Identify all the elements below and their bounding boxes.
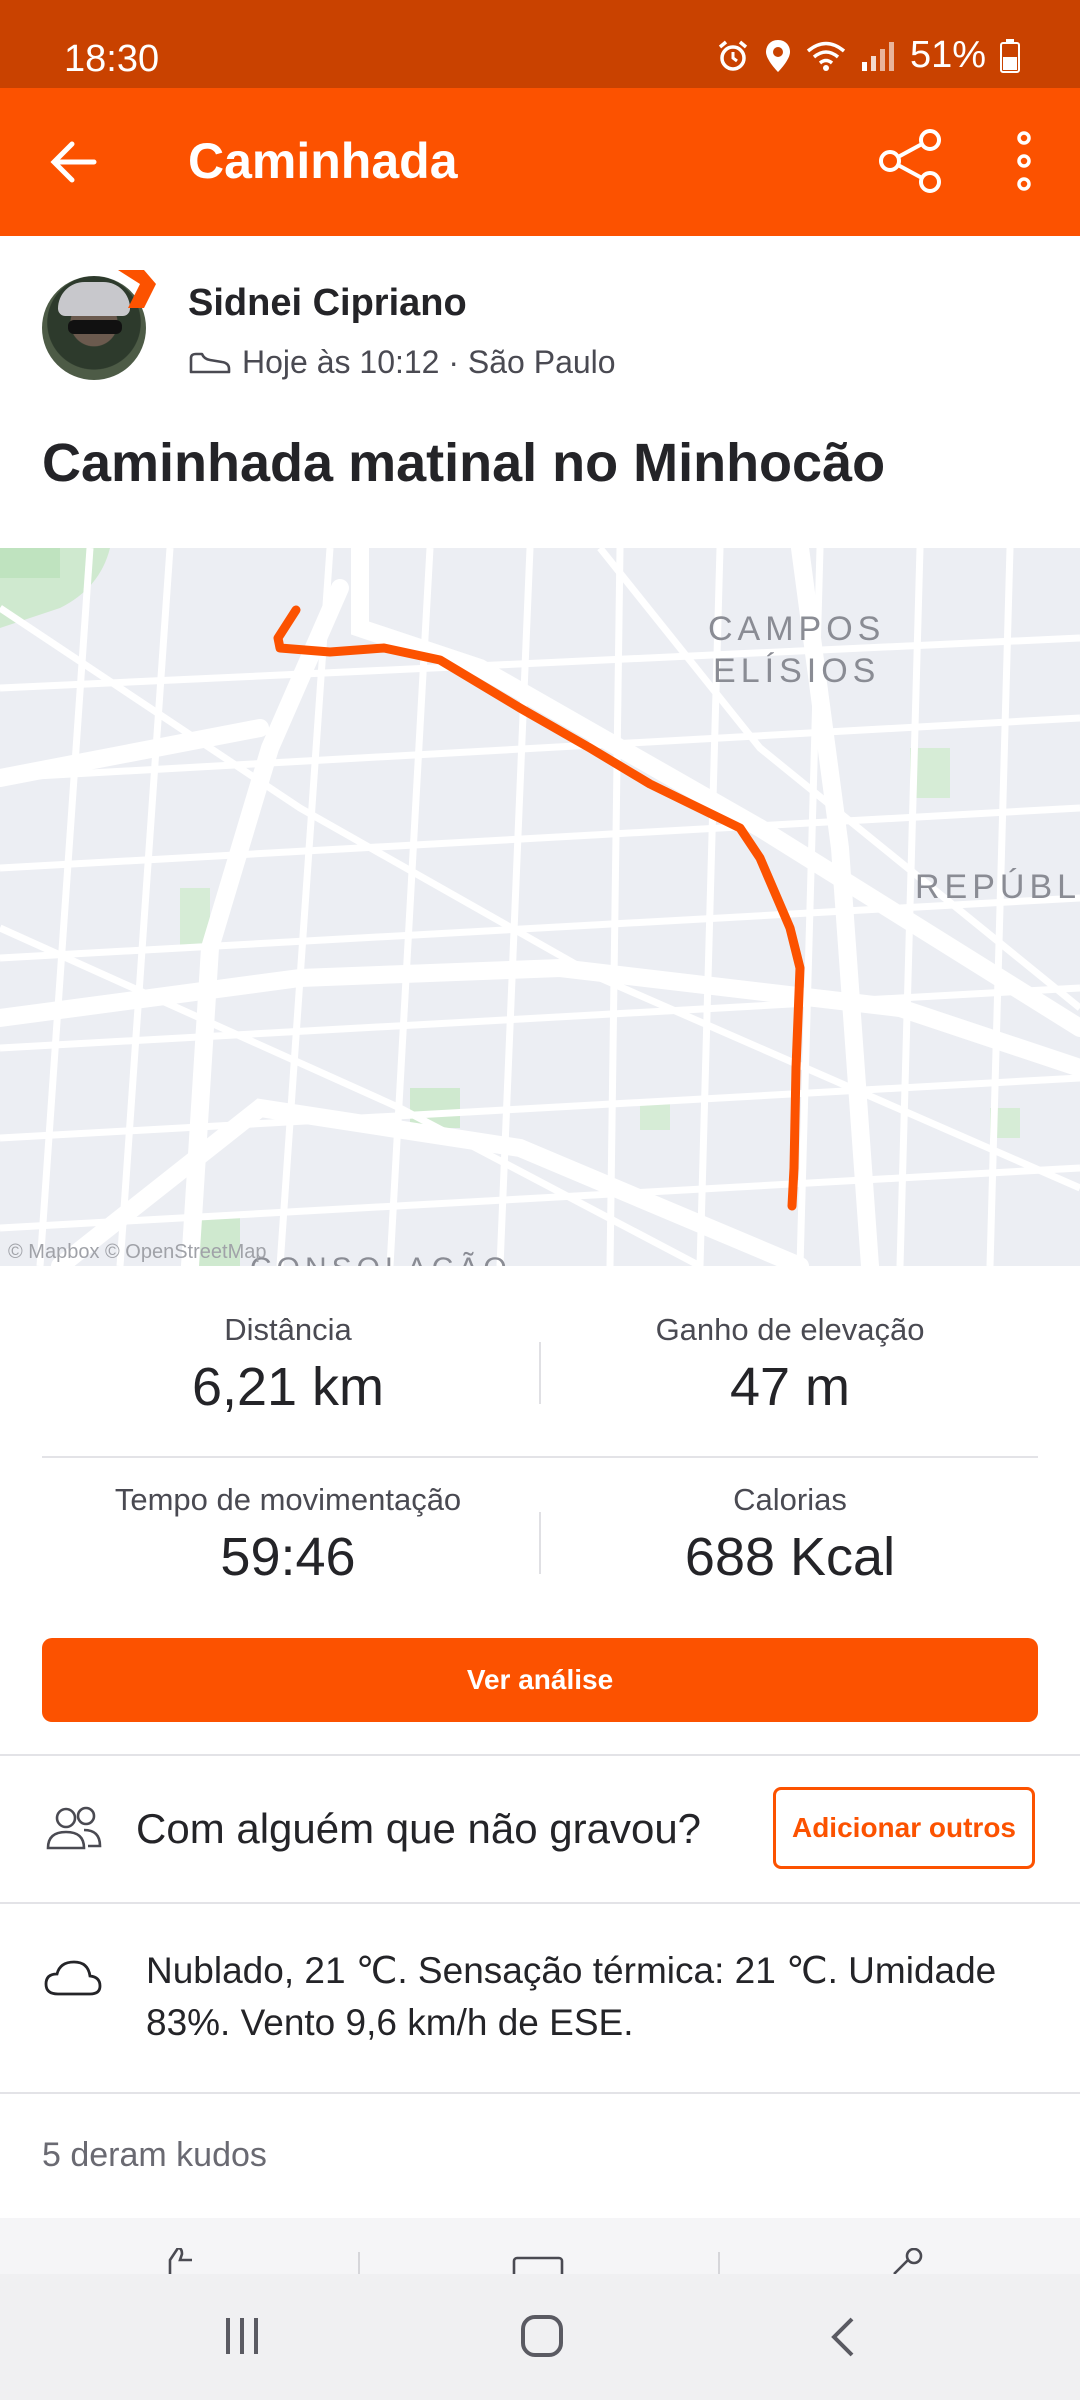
view-analysis-button[interactable]: Ver análise [42,1638,1038,1722]
more-options-icon[interactable] [1004,128,1044,194]
activity-title: Caminhada matinal no Minhocão [42,433,886,493]
home-icon[interactable] [520,2314,564,2358]
wifi-icon [806,41,846,71]
stat-calories: Calorias 688 Kcal [540,1482,1040,1588]
stat-label: Tempo de movimentação [114,1482,462,1517]
battery-percentage: 51% [909,34,986,76]
map-label-campos-elisios: CAMPOS ELÍSIOS [708,610,886,690]
share-icon[interactable] [878,128,944,194]
status-time: 18:30 [64,38,160,80]
map-label-consolacao: CONSOLAÇÃO [250,1248,512,1266]
back-nav-icon[interactable] [828,2316,858,2358]
app-bar: Caminhada [0,88,1080,236]
map-attribution[interactable]: © Mapbox © OpenStreetMap [8,1241,267,1264]
signal-icon [861,41,894,71]
stat-label: Distância [224,1312,352,1347]
route-map[interactable]: CAMPOS ELÍSIOS REPÚBLI CONSOLAÇÃO © Mapb… [0,548,1080,1266]
kudos-thumb-icon[interactable] [158,2248,208,2274]
system-navigation-bar [0,2274,1080,2400]
map-label-republica: REPÚBLI [915,868,1080,906]
share-activity-icon[interactable] [886,2248,926,2274]
stats-divider [42,1456,1038,1458]
people-icon [46,1806,102,1850]
athlete-name[interactable]: Sidnei Cipriano [188,282,467,325]
stat-value: 59:46 [220,1527,356,1587]
stat-value: 47 m [729,1357,851,1417]
subscriber-badge-icon [118,270,156,308]
cloud-icon [44,1960,102,1996]
comment-icon[interactable] [512,2256,564,2274]
stat-distance: Distância 6,21 km [38,1312,538,1418]
back-arrow-icon[interactable] [44,132,104,192]
recent-apps-icon[interactable] [222,2316,262,2356]
add-others-button[interactable]: Adicionar outros [773,1787,1035,1869]
screen-title: Caminhada [188,133,458,189]
activity-meta-text: Hoje às 10:12 · São Paulo [242,344,616,380]
stat-label: Ganho de elevação [655,1312,925,1347]
stat-moving-time: Tempo de movimentação 59:46 [38,1482,538,1588]
kudos-count[interactable]: 5 deram kudos [42,2136,267,2175]
section-divider [0,2092,1080,2094]
stat-value: 688 Kcal [684,1527,896,1587]
location-icon [765,39,790,72]
section-divider [0,1902,1080,1904]
alarm-icon [718,40,748,71]
activity-meta: Hoje às 10:12 · São Paulo [188,344,616,381]
status-bar: 18:30 51% [0,0,1080,88]
stat-elevation: Ganho de elevação 47 m [540,1312,1040,1418]
status-icons: 51% [716,34,1020,77]
stat-label: Calorias [733,1482,847,1517]
section-divider [0,1754,1080,1756]
walking-shoe-icon [189,352,231,373]
social-actions-row [0,2218,1080,2274]
battery-icon [1000,38,1020,73]
group-question: Com alguém que não gravou? [136,1805,702,1852]
weather-text: Nublado, 21 ℃. Sensação térmica: 21 ℃. U… [146,1950,997,2043]
stat-value: 6,21 km [191,1357,385,1417]
